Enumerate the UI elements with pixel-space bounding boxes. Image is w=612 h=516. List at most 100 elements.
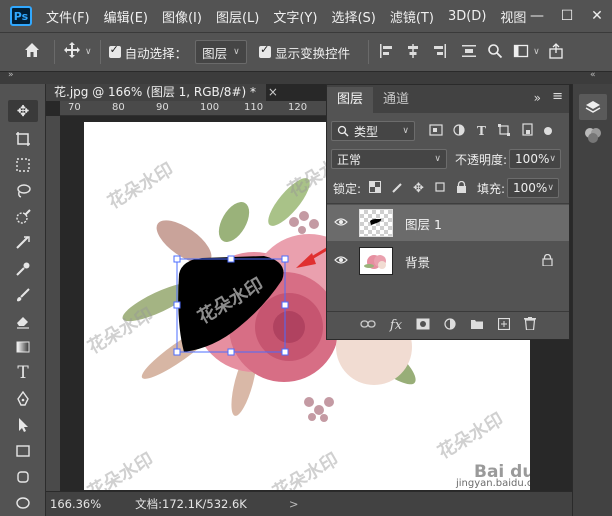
document-info: 文档:172.1K/532.6K [135, 497, 247, 511]
visibility-eye-icon[interactable] [327, 254, 355, 269]
opacity-input[interactable]: 100% ∨ [509, 149, 562, 169]
panel-menu-icon[interactable]: ≡ [552, 89, 563, 104]
zoom-level[interactable]: 166.36% [50, 497, 101, 511]
chevron-down-icon: ∨ [549, 154, 556, 164]
path-select-tool-icon[interactable] [8, 414, 38, 436]
rectangle-tool-icon[interactable] [8, 440, 38, 462]
lock-icon [542, 253, 553, 269]
smart-object-filter-icon[interactable] [522, 123, 534, 139]
fill-label: 填充: [476, 181, 505, 196]
eyedropper-tool-icon[interactable] [8, 258, 38, 280]
lock-row: 锁定: ✥ 填充: 100% ∨ [327, 178, 569, 198]
quick-select-tool-icon[interactable] [8, 206, 38, 228]
align-left-icon[interactable] [379, 43, 395, 62]
artboard-tool-icon[interactable] [8, 128, 38, 150]
move-tool-icon[interactable]: ✥ [8, 100, 38, 122]
collapse-right-icon[interactable]: « [590, 70, 596, 80]
zoom-tool-icon[interactable] [8, 492, 38, 514]
auto-select-dropdown[interactable]: 图层 ∨ [195, 40, 248, 64]
channels-panel-icon[interactable] [583, 126, 603, 147]
menu-image[interactable]: 图像(I) [162, 7, 202, 26]
ruler-tick: 110 [244, 102, 264, 113]
collapse-panel-icon[interactable]: » [534, 91, 541, 105]
hand-tool-icon[interactable] [8, 466, 38, 488]
search-icon[interactable] [487, 43, 503, 62]
new-group-icon[interactable] [470, 318, 484, 334]
status-menu-arrow[interactable]: > [289, 497, 299, 511]
delete-layer-icon[interactable] [524, 317, 537, 334]
document-tab[interactable]: 花.jpg @ 166% (图层 1, RGB/8#) * × [46, 84, 278, 101]
lock-all-icon[interactable] [456, 180, 467, 196]
adjustment-filter-icon[interactable] [453, 123, 465, 139]
window-controls: — ☐ ✕ [522, 0, 612, 32]
show-transform-checkbox[interactable] [259, 43, 272, 58]
menu-filter[interactable]: 滤镜(T) [390, 7, 434, 26]
crop-tool-icon[interactable] [8, 232, 38, 254]
home-icon[interactable] [24, 42, 40, 62]
auto-select-value: 图层 [202, 45, 228, 61]
layer-row-layer1[interactable]: 图层 1 [327, 205, 569, 241]
align-center-icon[interactable] [405, 43, 421, 62]
expand-left-icon[interactable]: » [8, 70, 14, 80]
menu-select[interactable]: 选择(S) [331, 7, 375, 26]
menu-file[interactable]: 文件(F) [46, 7, 90, 26]
visibility-eye-icon[interactable] [327, 216, 355, 231]
layer-name[interactable]: 图层 1 [405, 214, 442, 233]
type-filter-icon[interactable]: T [477, 124, 486, 138]
chevron-down-icon: ∨ [402, 126, 409, 136]
adjustment-layer-icon[interactable] [444, 317, 456, 334]
options-bar: ∨ 自动选择： 图层 ∨ 显示变换控件 ∨ [0, 32, 612, 72]
add-mask-icon[interactable] [416, 318, 430, 334]
close-button[interactable]: ✕ [582, 8, 612, 24]
layers-panel-icon[interactable] [579, 94, 607, 120]
type-tool-icon[interactable]: T [8, 362, 38, 384]
fill-input[interactable]: 100% ∨ [507, 178, 559, 198]
blend-mode-dropdown[interactable]: 正常 ∨ [331, 149, 447, 169]
layer-row-background[interactable]: 背景 [327, 243, 569, 279]
filter-type-dropdown[interactable]: 类型 ∨ [331, 121, 415, 141]
eraser-tool-icon[interactable] [8, 310, 38, 332]
filter-toggle-icon[interactable] [543, 127, 552, 135]
new-layer-icon[interactable] [497, 317, 511, 334]
layer-filter-row: 类型 ∨ T [327, 121, 569, 141]
menu-layer[interactable]: 图层(L) [216, 7, 259, 26]
distribute-icon[interactable] [461, 43, 477, 62]
lock-artboard-icon[interactable] [434, 181, 446, 196]
shape-filter-icon[interactable] [497, 123, 510, 139]
menu-edit[interactable]: 编辑(E) [104, 7, 148, 26]
minimize-button[interactable]: — [522, 8, 552, 24]
chevron-down-icon[interactable]: ∨ [533, 47, 540, 57]
tab-layers[interactable]: 图层 [327, 87, 374, 113]
close-tab-icon[interactable]: × [268, 85, 278, 99]
auto-select-checkbox[interactable] [108, 43, 121, 58]
brush-tool-icon[interactable] [8, 284, 38, 306]
pixel-filter-icon[interactable] [429, 123, 443, 139]
ruler-tick: 100 [200, 102, 220, 113]
maximize-button[interactable]: ☐ [552, 8, 582, 24]
chevron-down-icon[interactable]: ∨ [85, 47, 92, 57]
ruler-tick: 90 [156, 102, 169, 113]
link-layers-icon[interactable] [360, 318, 376, 333]
blend-row: 正常 ∨ 不透明度: 100% ∨ [327, 149, 569, 169]
move-tool-icon[interactable] [63, 41, 81, 63]
lock-transparent-icon[interactable] [369, 180, 382, 196]
gradient-tool-icon[interactable] [8, 336, 38, 358]
opacity-value: 100% [515, 152, 550, 166]
layer-thumbnail [359, 247, 393, 275]
divider [99, 40, 101, 64]
marquee-tool-icon[interactable] [8, 154, 38, 176]
tab-channels[interactable]: 通道 [373, 87, 419, 113]
share-icon[interactable] [548, 42, 564, 62]
horizontal-ruler: 70 80 90 100 110 120 [60, 101, 326, 116]
lasso-tool-icon[interactable] [8, 180, 38, 202]
pen-tool-icon[interactable] [8, 388, 38, 410]
layer-name[interactable]: 背景 [405, 252, 430, 271]
menu-3d[interactable]: 3D(D) [448, 9, 486, 24]
lock-position-icon[interactable]: ✥ [413, 181, 424, 196]
lock-paint-icon[interactable] [391, 181, 403, 196]
blend-mode-value: 正常 [337, 152, 362, 167]
menu-type[interactable]: 文字(Y) [273, 7, 317, 26]
align-right-icon[interactable] [431, 43, 447, 62]
workspace-icon[interactable] [513, 43, 529, 62]
layer-effects-icon[interactable]: fx [390, 318, 402, 333]
